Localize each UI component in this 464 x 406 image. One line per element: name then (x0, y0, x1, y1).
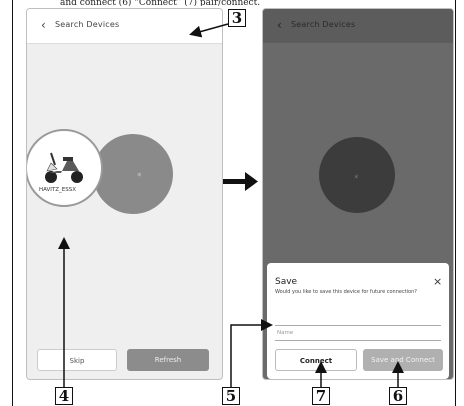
arrow-right-icon (223, 172, 258, 191)
